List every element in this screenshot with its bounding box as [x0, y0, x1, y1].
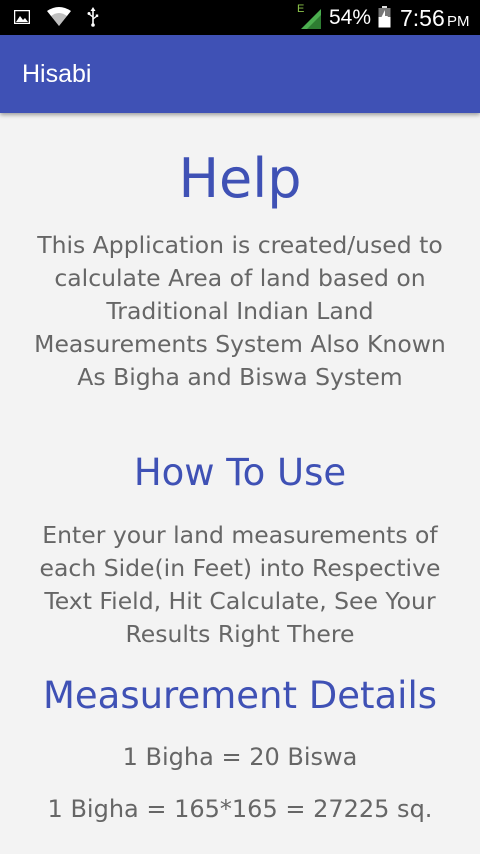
help-content[interactable]: Help This Application is created/used to… [0, 113, 480, 854]
page-title: Help [178, 147, 302, 210]
app-title: Hisabi [22, 60, 92, 88]
image-icon [12, 6, 32, 28]
status-bar: E 54% 7:56 PM [0, 0, 480, 35]
usb-icon [84, 6, 102, 28]
battery-percent: 54% [329, 6, 372, 29]
app-bar: Hisabi [0, 35, 480, 113]
how-to-use-text: Enter your land measurements of each Sid… [39, 521, 441, 648]
clock-time: 7:56 [400, 5, 445, 31]
measurement-details-heading: Measurement Details [42, 674, 438, 717]
clock-ampm: PM [447, 13, 470, 30]
detail-line: 1 Bigha = 20 Biswa [122, 743, 358, 771]
signal-label: E [297, 3, 305, 15]
intro-text: This Application is created/used to calc… [34, 231, 446, 391]
how-to-use-heading: How To Use [133, 451, 347, 494]
battery-icon [376, 6, 392, 28]
detail-line: 1 Bigha = 165*165 = 27225 sq. [47, 795, 433, 823]
wifi-icon [46, 6, 72, 28]
